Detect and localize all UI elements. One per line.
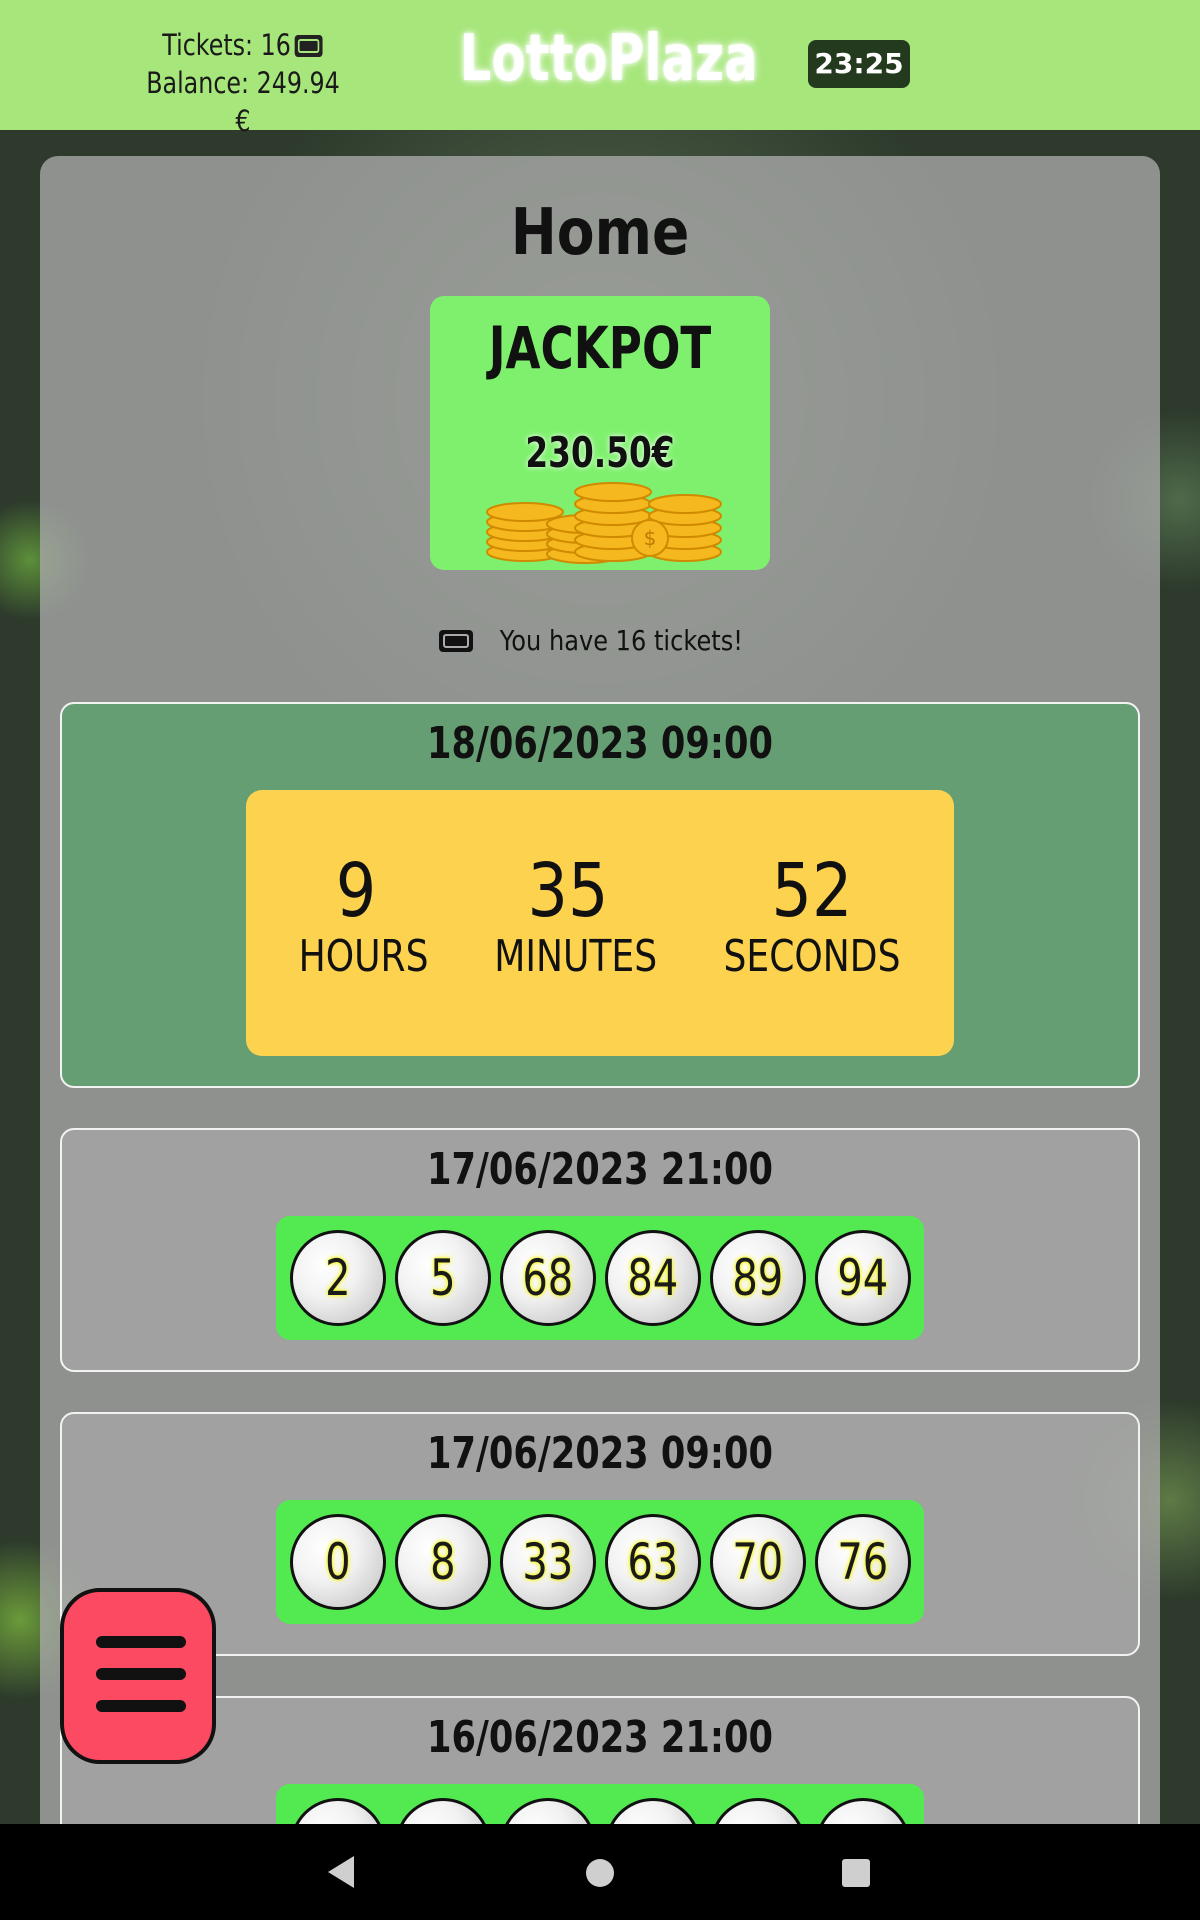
app-logo: LottoPlaza xyxy=(459,22,758,96)
number-ball: 5 xyxy=(395,1230,491,1326)
draw-date: 16/06/2023 21:00 xyxy=(427,1712,773,1763)
top-bar: Tickets: 16 Balance: 249.94 € LottoPlaza… xyxy=(0,0,1200,138)
clock-badge: 23:25 xyxy=(808,40,910,88)
number-ball: 84 xyxy=(605,1230,701,1326)
tickets-note: You have 16 tickets! xyxy=(40,624,1160,657)
tickets-count: Tickets: 16 xyxy=(142,26,344,64)
home-panel: Home JACKPOT 230.50€ $ You have 16 ticke… xyxy=(40,156,1160,1836)
system-navigation-bar xyxy=(0,1824,1200,1920)
number-ball: 76 xyxy=(815,1514,911,1610)
back-triangle-icon[interactable] xyxy=(326,1852,356,1892)
draw-date: 17/06/2023 21:00 xyxy=(427,1144,773,1195)
jackpot-card: JACKPOT 230.50€ $ xyxy=(430,296,770,570)
ticket-icon xyxy=(438,630,473,652)
past-draw-card[interactable]: 16/06/2023 21:00 xyxy=(60,1696,1140,1836)
winning-numbers: 2 5 68 84 89 94 xyxy=(276,1216,924,1340)
ticket-icon xyxy=(294,35,323,57)
countdown-hours: 9 HOURS xyxy=(298,848,429,982)
number-ball: 2 xyxy=(290,1230,386,1326)
countdown-minutes: 35 MINUTES xyxy=(494,848,658,982)
number-ball: 94 xyxy=(815,1230,911,1326)
number-ball: 0 xyxy=(290,1514,386,1610)
page-title: Home xyxy=(510,196,690,270)
past-draw-card[interactable]: 17/06/2023 09:00 0 8 33 63 70 76 xyxy=(60,1412,1140,1656)
past-draw-card[interactable]: 17/06/2023 21:00 2 5 68 84 89 94 xyxy=(60,1128,1140,1372)
coins-icon: $ xyxy=(486,482,722,564)
recent-apps-square-icon[interactable] xyxy=(842,1859,870,1887)
svg-text:$: $ xyxy=(644,526,657,550)
number-ball: 63 xyxy=(605,1514,701,1610)
number-ball: 8 xyxy=(395,1514,491,1610)
balance-text: Balance: 249.94 € xyxy=(146,66,340,138)
menu-button[interactable] xyxy=(60,1588,216,1764)
home-circle-icon[interactable] xyxy=(586,1859,614,1887)
number-ball: 89 xyxy=(710,1230,806,1326)
next-draw-card[interactable]: 18/06/2023 09:00 9 HOURS 35 MINUTES 52 S… xyxy=(60,702,1140,1088)
jackpot-label: JACKPOT xyxy=(488,314,712,382)
draw-date: 18/06/2023 09:00 xyxy=(427,718,773,769)
winning-numbers: 0 8 33 63 70 76 xyxy=(276,1500,924,1624)
account-summary: Tickets: 16 Balance: 249.94 € xyxy=(142,26,344,140)
draw-date: 17/06/2023 09:00 xyxy=(427,1428,773,1479)
number-ball: 33 xyxy=(500,1514,596,1610)
number-ball: 68 xyxy=(500,1230,596,1326)
countdown-timer: 9 HOURS 35 MINUTES 52 SECONDS xyxy=(246,790,954,1056)
countdown-seconds: 52 SECONDS xyxy=(723,848,901,982)
jackpot-amount: 230.50€ xyxy=(525,428,675,477)
number-ball: 70 xyxy=(710,1514,806,1610)
